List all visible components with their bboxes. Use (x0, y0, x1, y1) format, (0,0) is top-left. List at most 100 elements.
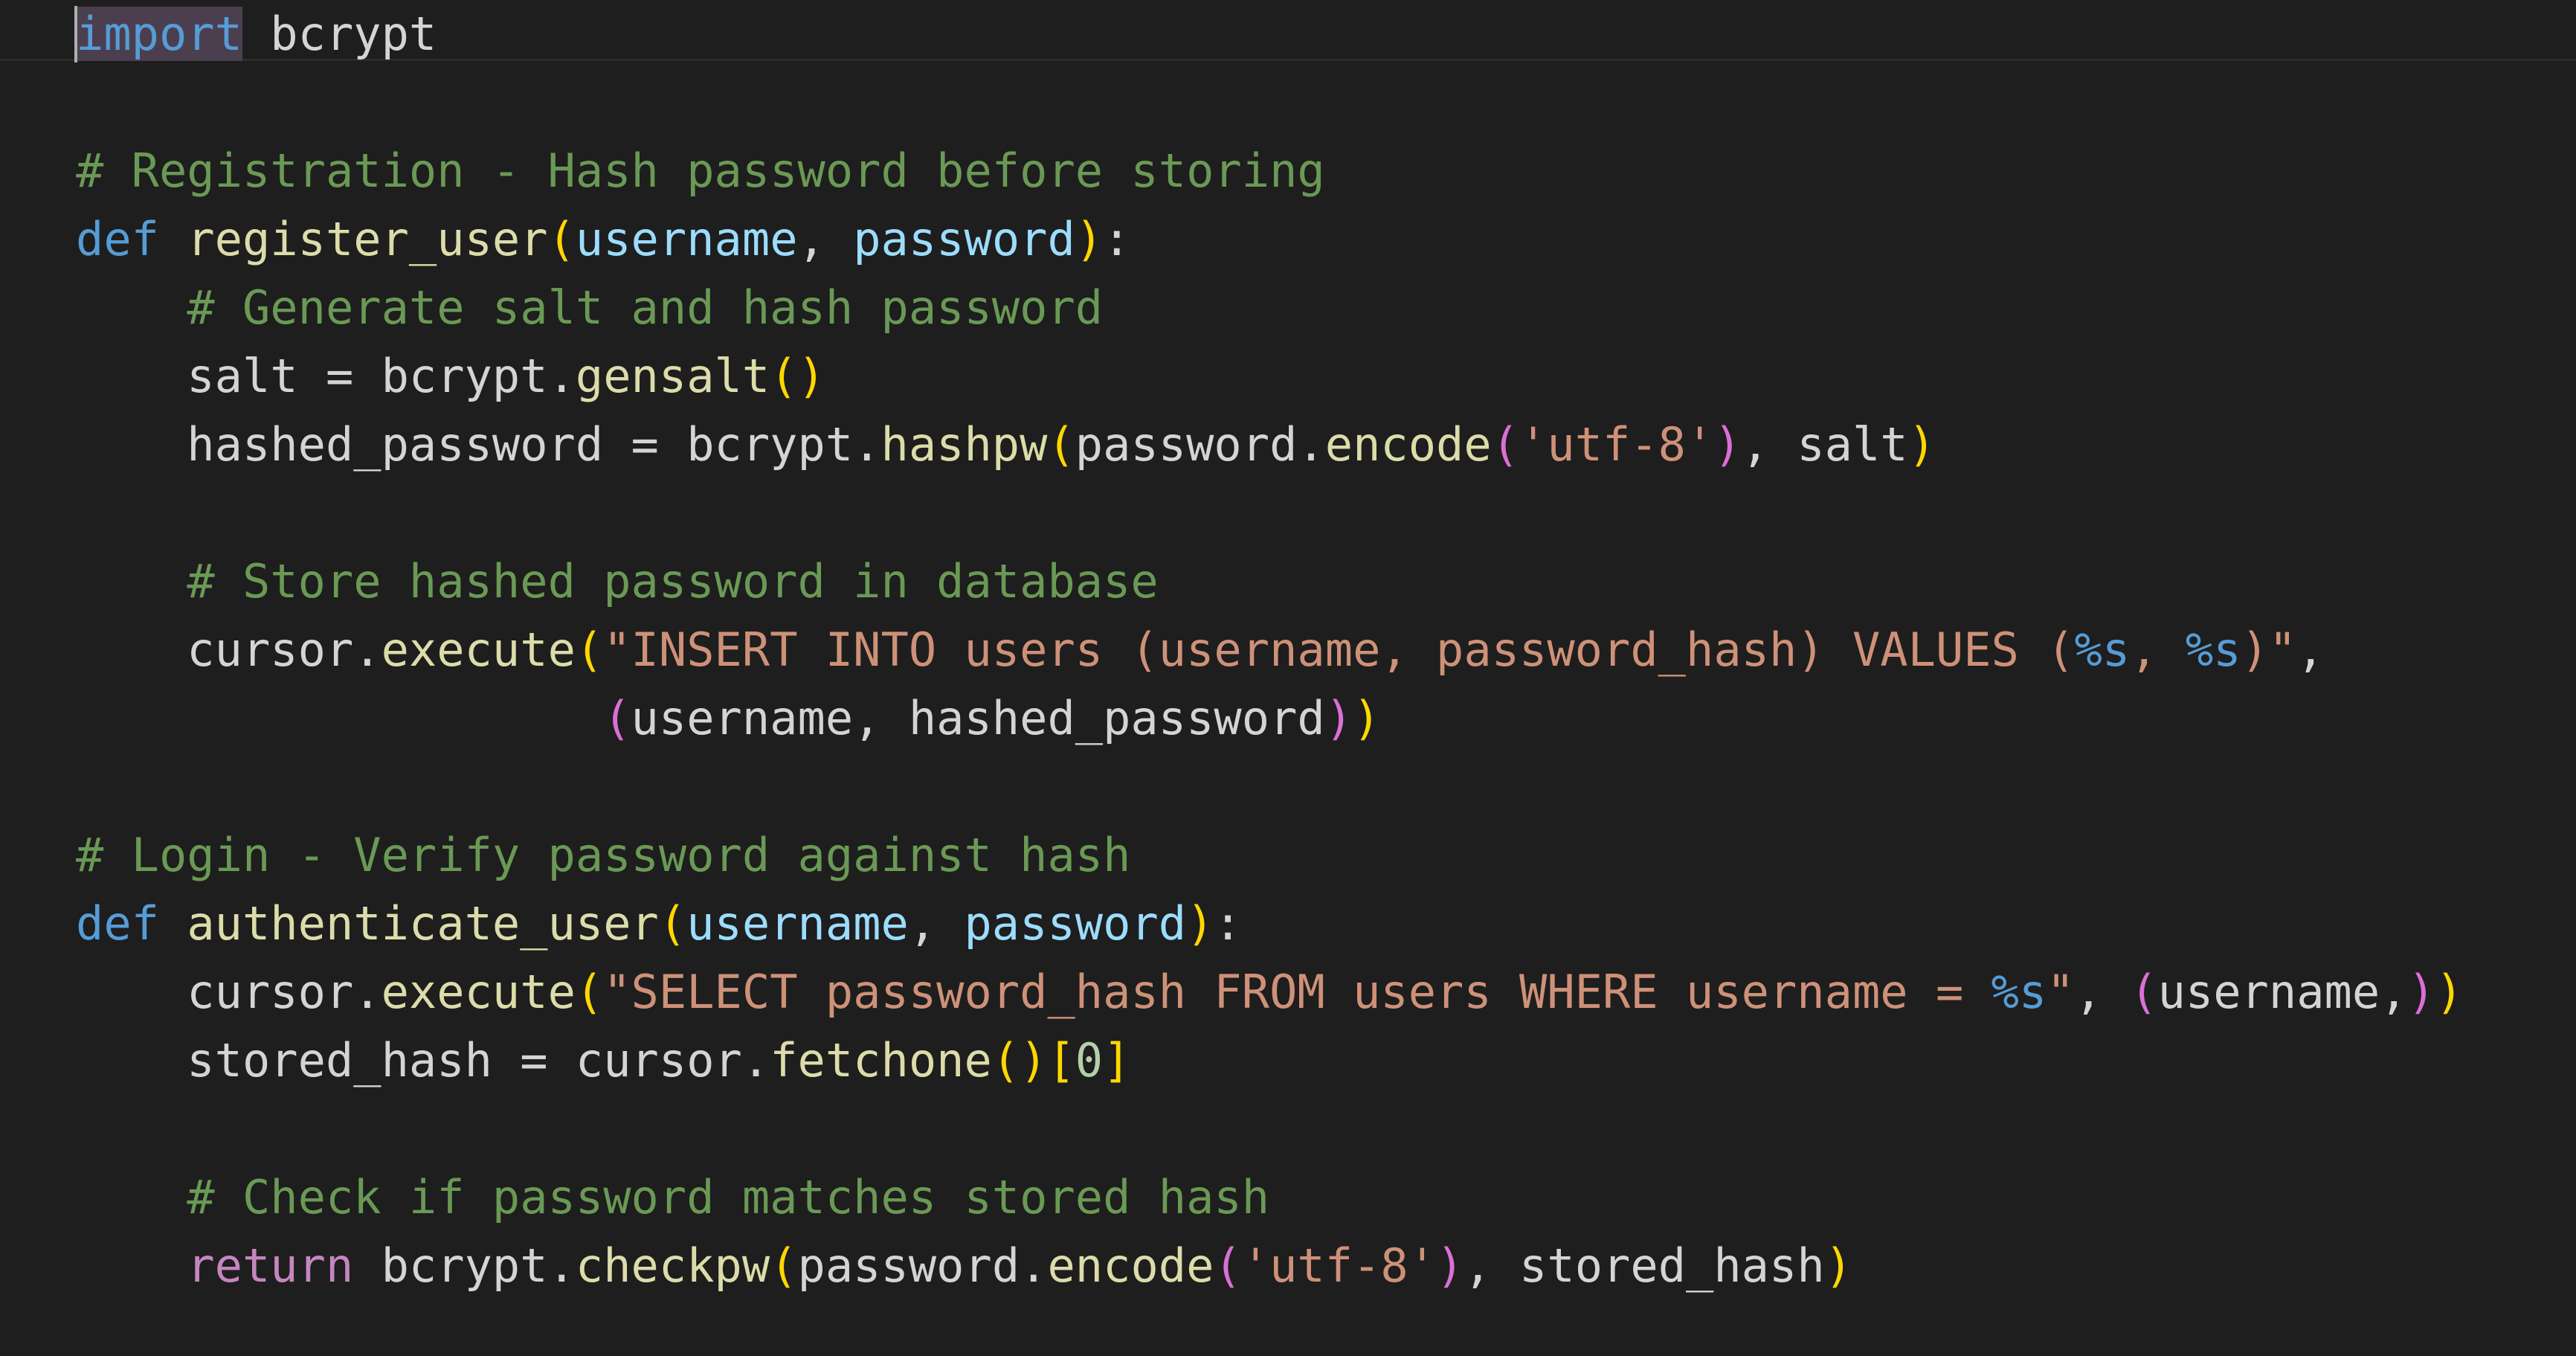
code-token: ( (770, 1238, 798, 1293)
code-token: )" (2241, 623, 2297, 677)
code-token: 'utf-8' (1241, 1238, 1437, 1293)
code-token: username, hashed_password (631, 691, 1325, 745)
code-token: password. (797, 1238, 1048, 1293)
code-token: ( (1047, 417, 1075, 472)
code-token: = (631, 417, 659, 472)
code-token: () (991, 1033, 1048, 1087)
code-token: # Generate salt and hash password (187, 280, 1104, 335)
code-token: = (325, 349, 354, 403)
code-line[interactable]: def authenticate_user(username, password… (76, 890, 2463, 958)
code-line[interactable] (76, 479, 2463, 547)
code-token: , (908, 896, 965, 951)
code-token: gensalt (575, 349, 770, 403)
code-token: execute (381, 623, 576, 677)
code-token: , (797, 212, 854, 266)
code-token: stored_hash (76, 1033, 521, 1087)
code-token: cursor. (76, 623, 381, 677)
text-cursor (74, 6, 77, 62)
code-token: ( (1214, 1238, 1242, 1293)
code-token: [ (1047, 1033, 1075, 1087)
code-token: authenticate_user (187, 896, 659, 951)
code-token: ) (1353, 691, 1381, 745)
code-token: return (187, 1238, 354, 1293)
code-token: ( (603, 691, 631, 745)
code-token: # Login - Verify password against hash (76, 828, 1131, 882)
code-token: ) (1713, 417, 1742, 472)
code-area[interactable]: import bcrypt # Registration - Hash pass… (74, 0, 2463, 1300)
code-line[interactable]: (username, hashed_password)) (76, 684, 2463, 753)
code-token: username, (2157, 965, 2408, 1019)
code-token: username (686, 896, 909, 951)
code-token: ] (1103, 1033, 1131, 1087)
code-line[interactable]: cursor.execute("INSERT INTO users (usern… (76, 616, 2463, 684)
code-token: bcrypt. (353, 1238, 576, 1293)
code-line[interactable]: # Generate salt and hash password (76, 274, 2463, 342)
code-token: %s (2074, 623, 2131, 677)
code-line[interactable]: # Store hashed password in database (76, 547, 2463, 616)
code-token: ) (2435, 965, 2464, 1019)
code-line[interactable]: cursor.execute("SELECT password_hash FRO… (76, 958, 2463, 1026)
code-line[interactable]: def register_user(username, password): (76, 205, 2463, 274)
code-line[interactable]: import bcrypt (74, 0, 2463, 68)
code-line[interactable]: stored_hash = cursor.fetchone()[0] (76, 1026, 2463, 1095)
code-token: ) (1324, 691, 1353, 745)
code-token: () (770, 349, 825, 403)
code-token: : (1103, 212, 1131, 266)
code-token: password. (1075, 417, 1325, 472)
code-token: : (1214, 896, 1242, 951)
code-token: register_user (187, 212, 548, 266)
code-token: ( (2130, 965, 2158, 1019)
code-token: bcrypt. (658, 417, 881, 472)
code-token: cursor. (547, 1033, 770, 1087)
code-token: ( (575, 965, 604, 1019)
code-token: bcrypt (242, 7, 437, 61)
code-token: , (2074, 965, 2131, 1019)
code-token: , salt (1741, 417, 1908, 472)
code-token: bcrypt. (353, 349, 576, 403)
code-token: # Check if password matches stored hash (187, 1170, 1270, 1224)
code-token: ( (658, 896, 687, 951)
code-line[interactable] (76, 1095, 2463, 1163)
code-line[interactable]: hashed_password = bcrypt.hashpw(password… (76, 411, 2463, 479)
code-line[interactable]: # Check if password matches stored hash (76, 1163, 2463, 1232)
code-token: %s (1991, 965, 2047, 1019)
code-token: 'utf-8' (1519, 417, 1714, 472)
code-token: ) (1907, 417, 1936, 472)
code-token: ( (575, 623, 604, 677)
code-token: hashpw (880, 417, 1048, 472)
code-token: , (2296, 623, 2325, 677)
code-token: %s (2185, 623, 2241, 677)
code-token: ( (547, 212, 576, 266)
code-token: # Registration - Hash password before st… (76, 144, 1325, 198)
code-token: hashed_password (76, 417, 631, 472)
code-token: fetchone (770, 1033, 992, 1087)
code-token: ( (1491, 417, 1520, 472)
code-token: ) (2407, 965, 2435, 1019)
code-token: ) (1075, 212, 1104, 266)
code-token: ) (1824, 1238, 1852, 1293)
code-token: execute (381, 965, 576, 1019)
code-line[interactable]: return bcrypt.checkpw(password.encode('u… (76, 1232, 2463, 1300)
code-line[interactable] (76, 68, 2463, 137)
code-token: import (76, 7, 242, 61)
code-token: , stored_hash (1464, 1238, 1825, 1293)
code-line[interactable]: salt = bcrypt.gensalt() (76, 342, 2463, 411)
code-token: ) (1186, 896, 1214, 951)
code-line[interactable]: # Registration - Hash password before st… (76, 137, 2463, 205)
code-token: def (76, 212, 159, 266)
code-token: username (575, 212, 798, 266)
code-editor[interactable]: import bcrypt # Registration - Hash pass… (0, 0, 2576, 1356)
code-token: password (853, 212, 1075, 266)
code-token: cursor. (76, 965, 381, 1019)
code-token: checkpw (575, 1238, 770, 1293)
code-token: "INSERT INTO users (username, password_h… (603, 623, 2075, 677)
code-line[interactable]: # Login - Verify password against hash (76, 821, 2463, 890)
code-token: password (964, 896, 1187, 951)
code-token: " (2047, 965, 2075, 1019)
code-line[interactable] (76, 753, 2463, 821)
